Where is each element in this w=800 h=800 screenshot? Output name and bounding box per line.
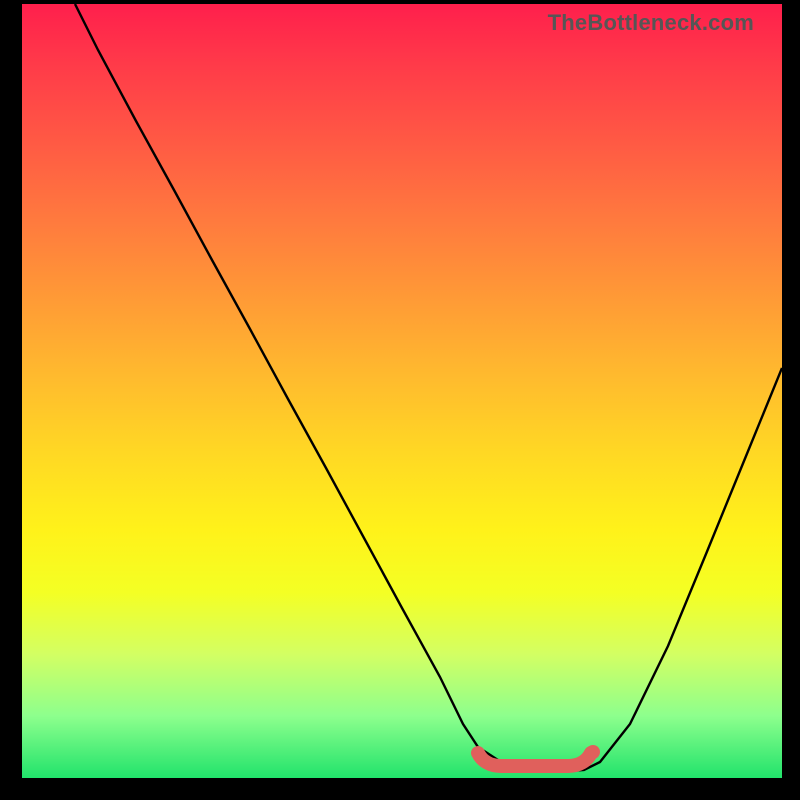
optimal-range-end-dot — [586, 745, 600, 759]
chart-plot-area: TheBottleneck.com — [22, 4, 782, 778]
chart-frame: TheBottleneck.com — [0, 0, 800, 800]
bottleneck-curve — [22, 4, 782, 778]
optimal-range-path — [478, 753, 591, 766]
curve-path — [75, 4, 782, 771]
